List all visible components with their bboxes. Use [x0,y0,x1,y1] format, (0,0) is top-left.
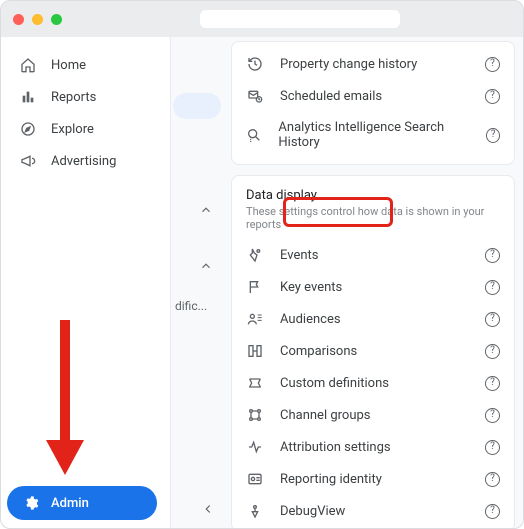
sidebar-item-label: Explore [51,122,94,137]
truncated-label[interactable]: dific... [175,299,207,313]
row-key-events[interactable]: Key events ? [232,271,514,303]
help-icon[interactable]: ? [485,504,500,519]
window-close-icon[interactable] [13,14,24,25]
row-label: Attribution settings [280,440,391,455]
identity-icon [246,471,264,487]
attribution-icon [246,439,264,455]
events-icon [246,247,264,263]
chevron-up-icon[interactable] [199,203,213,217]
window-maximize-icon[interactable] [51,14,62,25]
row-comparisons[interactable]: Comparisons ? [232,335,514,367]
custom-definitions-icon [246,375,264,391]
help-icon[interactable]: ? [485,89,500,104]
chevron-left-icon[interactable] [201,502,215,516]
admin-label: Admin [51,496,89,511]
help-icon[interactable]: ? [485,440,500,455]
section-title: Data display [232,186,514,205]
row-events[interactable]: Events ? [232,239,514,271]
sidebar-item-home[interactable]: Home [1,49,170,81]
row-analytics-search-history[interactable]: Analytics Intelligence Search History ? [232,112,514,158]
help-icon[interactable]: ? [485,57,500,72]
sidebar-item-label: Reports [51,90,96,105]
help-icon[interactable]: ? [486,128,500,143]
row-attribution-settings[interactable]: Attribution settings ? [232,431,514,463]
explore-icon [19,121,37,137]
debug-icon [246,503,264,519]
row-label: Custom definitions [280,376,389,391]
sidebar: Home Reports Explore Advertising [1,37,171,528]
sidebar-item-advertising[interactable]: Advertising [1,145,170,177]
sidebar-item-label: Advertising [51,154,116,169]
chevron-up-icon[interactable] [199,259,213,273]
app-window: Home Reports Explore Advertising [0,0,524,529]
help-icon[interactable]: ? [485,408,500,423]
sidebar-item-reports[interactable]: Reports [1,81,170,113]
row-label: Reporting identity [280,472,382,487]
property-card: Property change history ? Scheduled emai… [231,41,515,165]
row-label: Events [280,248,318,263]
url-field[interactable] [200,10,400,28]
comparisons-icon [246,343,264,359]
main-pane: dific... Property change history ? [171,37,523,528]
row-channel-groups[interactable]: Channel groups ? [232,399,514,431]
row-audiences[interactable]: Audiences ? [232,303,514,335]
subnav-column: dific... [171,37,225,528]
row-label: Comparisons [280,344,357,359]
row-label: Analytics Intelligence Search History [278,120,470,150]
row-debugview[interactable]: DebugView ? [232,495,514,527]
help-icon[interactable]: ? [485,280,500,295]
bar-chart-icon [19,89,37,105]
help-icon[interactable]: ? [485,248,500,263]
help-icon[interactable]: ? [485,312,500,327]
active-pill [173,93,221,119]
row-reporting-identity[interactable]: Reporting identity ? [232,463,514,495]
flag-icon [246,279,264,295]
help-icon[interactable]: ? [485,376,500,391]
section-subtitle: These settings control how data is shown… [232,205,514,239]
gear-icon [23,495,39,511]
scheduled-emails-icon [246,88,264,104]
admin-button[interactable]: Admin [7,486,157,520]
row-label: Scheduled emails [280,89,382,104]
row-label: Audiences [280,312,341,327]
data-display-card: Data display These settings control how … [231,175,515,528]
history-icon [246,56,264,72]
channel-groups-icon [246,407,264,423]
titlebar [1,1,523,37]
sidebar-item-label: Home [51,58,86,73]
row-label: Channel groups [280,408,371,423]
sidebar-item-explore[interactable]: Explore [1,113,170,145]
row-label: Key events [280,280,342,295]
row-scheduled-emails[interactable]: Scheduled emails ? [232,80,514,112]
help-icon[interactable]: ? [485,344,500,359]
audiences-icon [246,311,264,327]
home-icon [19,57,37,73]
row-property-change-history[interactable]: Property change history ? [232,48,514,80]
row-label: DebugView [280,504,345,519]
row-label: Property change history [280,57,417,72]
help-icon[interactable]: ? [485,472,500,487]
search-history-icon [246,127,262,143]
megaphone-icon [19,153,37,169]
row-custom-definitions[interactable]: Custom definitions ? [232,367,514,399]
window-minimize-icon[interactable] [32,14,43,25]
